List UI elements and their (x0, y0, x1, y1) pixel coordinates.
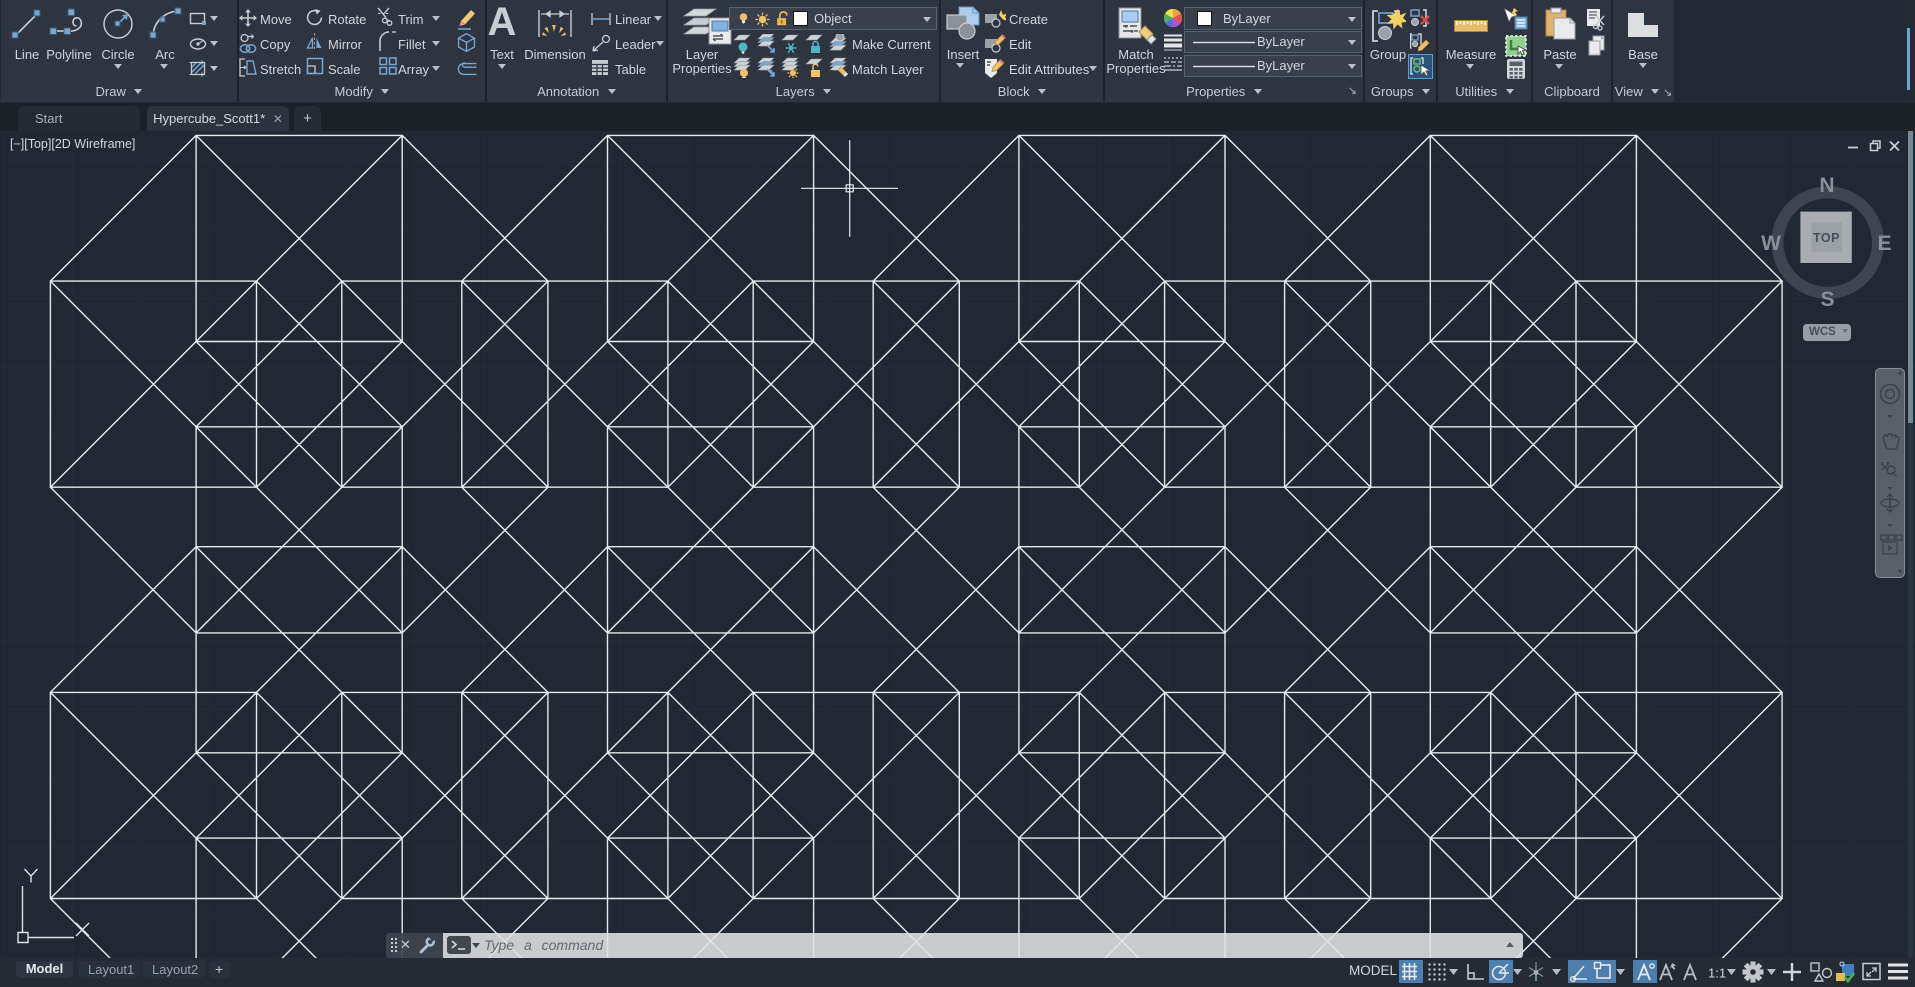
svg-text:S: S (1820, 288, 1834, 311)
svg-text:1:1: 1:1 (1708, 966, 1726, 981)
svg-text:W: W (1761, 232, 1781, 255)
svg-text:TOP: TOP (1813, 231, 1840, 245)
svg-text:E: E (1877, 232, 1891, 255)
svg-text:N: N (1819, 174, 1834, 197)
